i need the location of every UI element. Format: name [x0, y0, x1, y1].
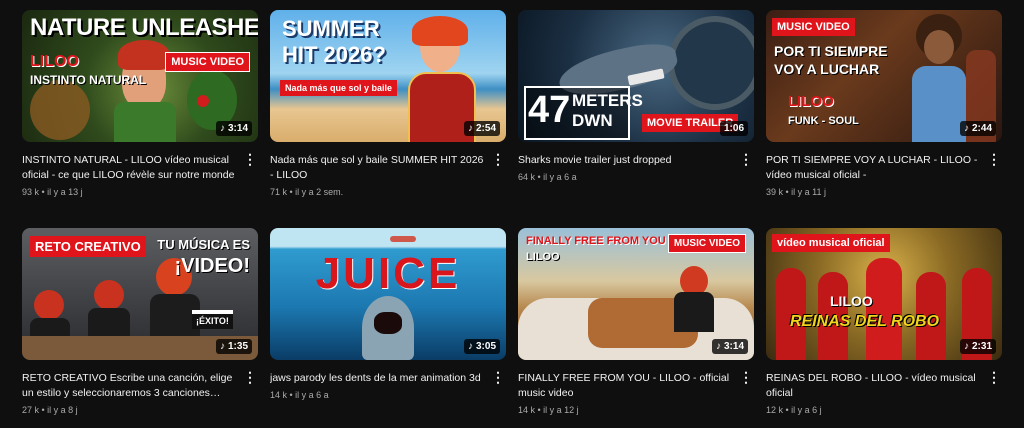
- thumbnail-subtitle: INSTINTO NATURAL: [30, 73, 147, 87]
- video-stats: 39 k • il y a 11 j: [766, 187, 827, 197]
- video-card[interactable]: vídeo musical oficial LILOO REINAS DEL R…: [766, 228, 1002, 426]
- thumbnail-tag: Nada más que sol y baile: [280, 80, 398, 96]
- duration-badge: ♪ 3:14: [215, 121, 252, 136]
- music-note-icon: ♪: [963, 123, 969, 134]
- thumbnail-badge: RETO CREATIVO: [30, 236, 146, 257]
- thumbnail-headline-2: ¡VIDEO!: [174, 255, 250, 277]
- thumbnail-headline: JUICE: [315, 249, 461, 298]
- video-card[interactable]: FINALLY FREE FROM YOU LILOO MUSIC VIDEO …: [518, 228, 754, 426]
- thumbnail-headline: FINALLY FREE FROM YOU: [526, 235, 666, 247]
- video-meta: jaws parody les dents de la mer animatio…: [270, 369, 506, 400]
- video-card[interactable]: 47 METERS DWN MOVIE TRAILER 1:06 Sharks …: [518, 10, 754, 208]
- video-meta: REINAS DEL ROBO - LILOO - vídeo musical …: [766, 369, 1002, 415]
- more-vert-icon[interactable]: ⋮: [243, 151, 258, 168]
- video-thumbnail[interactable]: 47 METERS DWN MOVIE TRAILER 1:06: [518, 10, 754, 142]
- thumbnail-artist-name: LILOO: [30, 53, 79, 70]
- thumbnail-artist-name: LILOO: [830, 293, 873, 309]
- video-thumbnail[interactable]: RETO CREATIVO TU MÚSICA ES ¡VIDEO! ¡ÉXIT…: [22, 228, 258, 360]
- duration-text: 2:54: [475, 123, 496, 134]
- duration-badge: ♪ 2:44: [959, 121, 996, 136]
- more-vert-icon[interactable]: ⋮: [491, 369, 506, 386]
- thumbnail-headline: POR TI SIEMPRE: [774, 43, 888, 59]
- video-thumbnail[interactable]: NATURE UNLEASHED LILOO INSTINTO NATURAL …: [22, 10, 258, 142]
- thumbnail-headline-2: DWN: [572, 111, 613, 130]
- more-vert-icon[interactable]: ⋮: [739, 369, 754, 386]
- video-title[interactable]: jaws parody les dents de la mer animatio…: [270, 371, 484, 386]
- duration-text: 3:14: [723, 341, 744, 352]
- more-vert-icon[interactable]: ⋮: [987, 369, 1002, 386]
- duration-badge: ♪ 1:35: [215, 339, 252, 354]
- video-card[interactable]: SUMMER HIT 2026? Nada más que sol y bail…: [270, 10, 506, 208]
- video-stats: 93 k • il y a 13 j: [22, 187, 83, 197]
- music-note-icon: ♪: [467, 123, 473, 134]
- video-stats: 64 k • il y a 6 a: [518, 172, 577, 182]
- duration-text: 2:44: [971, 123, 992, 134]
- music-note-icon: ♪: [467, 341, 473, 352]
- duration-text: 3:05: [475, 341, 496, 352]
- video-thumbnail[interactable]: SUMMER HIT 2026? Nada más que sol y bail…: [270, 10, 506, 142]
- music-note-icon: ♪: [219, 123, 225, 134]
- video-stats: 71 k • il y a 2 sem.: [270, 187, 344, 197]
- video-title[interactable]: FINALLY FREE FROM YOU - LILOO - official…: [518, 371, 732, 401]
- video-title[interactable]: Sharks movie trailer just dropped: [518, 153, 732, 168]
- video-thumbnail[interactable]: vídeo musical oficial LILOO REINAS DEL R…: [766, 228, 1002, 360]
- video-card[interactable]: MUSIC VIDEO POR TI SIEMPRE VOY A LUCHAR …: [766, 10, 1002, 208]
- duration-badge: 1:06: [719, 121, 748, 136]
- video-stats: 14 k • il y a 6 a: [270, 390, 329, 400]
- video-thumbnail[interactable]: JUICE ♪ 3:05: [270, 228, 506, 360]
- thumbnail-headline: SUMMER: [282, 16, 380, 41]
- music-note-icon: ♪: [963, 341, 969, 352]
- video-title[interactable]: Nada más que sol y baile SUMMER HIT 2026…: [270, 153, 484, 183]
- video-thumbnail[interactable]: FINALLY FREE FROM YOU LILOO MUSIC VIDEO …: [518, 228, 754, 360]
- thumbnail-badge: MUSIC VIDEO: [667, 234, 746, 253]
- thumbnail-number: 47: [528, 89, 571, 131]
- video-card[interactable]: NATURE UNLEASHED LILOO INSTINTO NATURAL …: [22, 10, 258, 208]
- video-meta: FINALLY FREE FROM YOU - LILOO - official…: [518, 369, 754, 415]
- more-vert-icon[interactable]: ⋮: [491, 151, 506, 168]
- more-vert-icon[interactable]: ⋮: [987, 151, 1002, 168]
- thumbnail-badge: MUSIC VIDEO: [165, 52, 250, 72]
- video-title[interactable]: POR TI SIEMPRE VOY A LUCHAR - LILOO - ví…: [766, 153, 980, 183]
- duration-badge: ♪ 3:05: [463, 339, 500, 354]
- video-title[interactable]: REINAS DEL ROBO - LILOO - vídeo musical …: [766, 371, 980, 401]
- video-card[interactable]: RETO CREATIVO TU MÚSICA ES ¡VIDEO! ¡ÉXIT…: [22, 228, 258, 426]
- video-meta: Sharks movie trailer just dropped 64 k •…: [518, 151, 754, 182]
- video-title[interactable]: RETO CREATIVO Escribe una canción, elige…: [22, 371, 236, 401]
- more-vert-icon[interactable]: ⋮: [243, 369, 258, 386]
- video-card[interactable]: JUICE ♪ 3:05 jaws parody les dents de la…: [270, 228, 506, 426]
- duration-badge: ♪ 2:31: [959, 339, 996, 354]
- duration-text: 3:14: [227, 123, 248, 134]
- thumbnail-headline-2: HIT 2026?: [282, 42, 386, 67]
- duration-text: 2:31: [971, 341, 992, 352]
- thumbnail-badge: vídeo musical oficial: [772, 234, 890, 252]
- video-meta: Nada más que sol y baile SUMMER HIT 2026…: [270, 151, 506, 197]
- video-stats: 27 k • il y a 8 j: [22, 405, 78, 415]
- thumbnail-headline: NATURE UNLEASHED: [30, 14, 258, 41]
- thumbnail-headline: METERS: [572, 91, 643, 110]
- video-thumbnail[interactable]: MUSIC VIDEO POR TI SIEMPRE VOY A LUCHAR …: [766, 10, 1002, 142]
- thumbnail-artist-name: LILOO: [526, 251, 560, 263]
- video-meta: INSTINTO NATURAL - LILOO vídeo musical o…: [22, 151, 258, 197]
- music-note-icon: ♪: [219, 341, 225, 352]
- video-meta: POR TI SIEMPRE VOY A LUCHAR - LILOO - ví…: [766, 151, 1002, 197]
- music-note-icon: ♪: [715, 341, 721, 352]
- video-title[interactable]: INSTINTO NATURAL - LILOO vídeo musical o…: [22, 153, 236, 183]
- video-stats: 14 k • il y a 12 j: [518, 405, 579, 415]
- more-vert-icon[interactable]: ⋮: [739, 151, 754, 168]
- thumbnail-headline-2: VOY A LUCHAR: [774, 61, 880, 77]
- video-grid: NATURE UNLEASHED LILOO INSTINTO NATURAL …: [22, 10, 1012, 426]
- duration-text: 1:35: [227, 341, 248, 352]
- thumbnail-badge: MUSIC VIDEO: [772, 18, 855, 36]
- thumbnail-genre: FUNK - SOUL: [788, 115, 859, 127]
- video-stats: 12 k • il y a 6 j: [766, 405, 822, 415]
- thumbnail-clapper: ¡ÉXITO!: [192, 310, 233, 329]
- thumbnail-headline: TU MÚSICA ES: [157, 237, 250, 252]
- duration-text: 1:06: [723, 123, 744, 134]
- duration-badge: ♪ 3:14: [711, 339, 748, 354]
- duration-badge: ♪ 2:54: [463, 121, 500, 136]
- thumbnail-artist-name: LILOO: [788, 93, 834, 110]
- thumbnail-headline: REINAS DEL ROBO: [790, 313, 940, 330]
- video-meta: RETO CREATIVO Escribe una canción, elige…: [22, 369, 258, 415]
